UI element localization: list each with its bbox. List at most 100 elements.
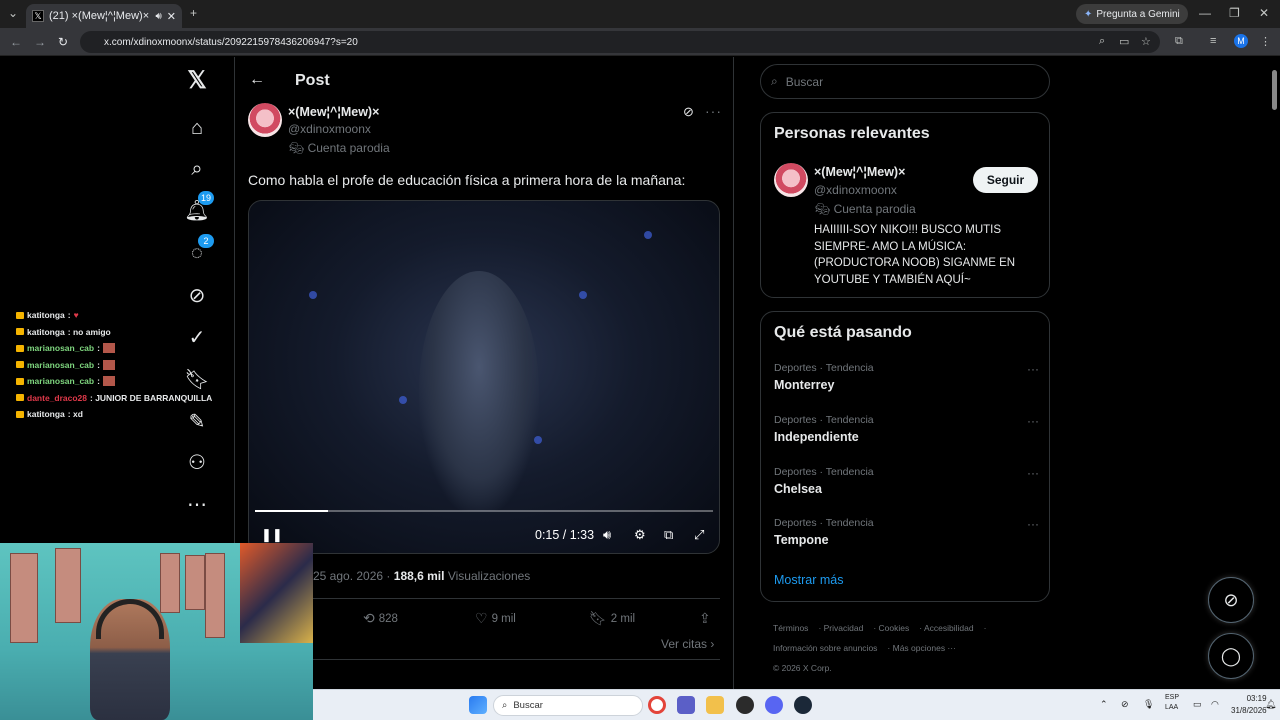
trend-item[interactable]: Deportes · Tendencia Monterrey ··· [774,362,1039,392]
taskbar-clock[interactable]: 03:19 31/8/2026 [1231,693,1267,717]
chrome-icon[interactable] [648,696,666,714]
messages-icon[interactable]: ◌ 2 [184,234,214,266]
extensions-icon[interactable]: ⧉ [1175,35,1183,48]
author-handle[interactable]: @xdinoxmoonx [288,122,371,136]
search-icon[interactable]: ⌕ [184,156,210,182]
profile-avatar[interactable]: M [1234,34,1248,48]
more-icon[interactable]: ⋯ [184,491,210,517]
pause-icon[interactable]: ❚❚ [261,527,283,543]
windows-start-icon[interactable] [469,696,487,714]
footer-link[interactable]: Términos [773,623,808,633]
author-avatar[interactable] [248,103,282,137]
relevant-handle[interactable]: @xdinoxmoonx [814,183,897,197]
relevant-people-card: Personas relevantes ×(Mew¦^¦Mew)× @xdino… [760,112,1050,298]
browser-tab[interactable]: 𝕏 (21) ×(Mew¦^¦Mew)× en X 🔊︎ ✕ [26,4,182,28]
language-indicator[interactable]: ESP LAA [1165,693,1179,713]
gemini-button[interactable]: ✦ Pregunta a Gemini [1076,4,1188,24]
back-arrow-icon[interactable]: ← [249,71,265,89]
steam-icon[interactable] [794,696,812,714]
taskbar-search[interactable]: ⌕ Buscar [493,695,643,716]
footer-link[interactable]: Información sobre anuncios [773,643,877,653]
reload-icon[interactable]: ↻ [58,35,68,49]
maximize-button[interactable]: ❐ [1229,6,1240,20]
forward-arrow-icon[interactable]: → [34,35,46,49]
home-icon[interactable]: ⌂ [184,115,210,141]
trend-item[interactable]: Deportes · Tendencia Tempone ··· [774,517,1039,547]
trend-more-icon[interactable]: ··· [1027,362,1039,376]
settings-gear-icon[interactable]: ⚙ [634,527,646,543]
scrollbar[interactable] [1270,58,1278,688]
discord-icon[interactable] [765,696,783,714]
relevant-avatar[interactable] [774,163,808,197]
reading-list-icon[interactable]: ≡ [1210,35,1216,47]
follow-button[interactable]: Seguir [973,167,1038,193]
volume-icon[interactable]: 🔊︎ [603,527,611,543]
trend-more-icon[interactable]: ··· [1027,466,1039,480]
x-logo-icon[interactable]: 𝕏 [184,67,210,94]
mask-icon: 🎭︎ [289,141,308,155]
teams-icon[interactable] [677,696,695,714]
show-more-link[interactable]: Mostrar más [774,573,843,587]
ver-citas-link[interactable]: Ver citas › [661,637,714,651]
trend-item[interactable]: Deportes · Tendencia Independiente ··· [774,414,1039,444]
mic-icon[interactable]: 🎙︎ [1143,699,1154,710]
trend-item[interactable]: Deportes · Tendencia Chelsea ··· [774,466,1039,496]
crown-badge-icon [16,361,24,369]
notifications-bell-icon[interactable]: 🔔︎ 19 [184,191,215,223]
video-player[interactable]: ❚❚ 0:15 / 1:33 🔊︎ ⚙ ⧉ ⤢ [248,200,720,554]
grok-fab-button[interactable]: ⊘ [1208,577,1254,623]
display-icon[interactable]: ▭ [1193,699,1202,710]
author-name[interactable]: ×(Mew¦^¦Mew)× [288,105,379,119]
repost-button[interactable]: ⟲ 828 [363,610,398,627]
bookmark-button[interactable]: 🔖︎ 2 mil [589,610,635,627]
close-tab-icon[interactable]: ✕ [167,10,176,23]
fullscreen-icon[interactable]: ⤢ [694,527,704,543]
trend-more-icon[interactable]: ··· [1027,414,1039,428]
wall-poster [160,553,180,613]
tab-title: (21) ×(Mew¦^¦Mew)× en X [49,10,150,22]
tab-list-button[interactable]: ⌄ [8,6,18,20]
footer-link[interactable]: Cookies [879,623,910,633]
like-button[interactable]: ♡ 9 mil [475,610,516,627]
repost-icon: ⟲ [363,610,375,626]
file-explorer-icon[interactable] [706,696,724,714]
post-date[interactable]: 25 ago. 2026 [313,569,383,583]
zoom-icon[interactable]: ⌕ [1099,35,1105,48]
footer-link[interactable]: Privacidad [824,623,864,633]
bookmark-star-icon[interactable]: ☆ [1141,35,1151,48]
share-button[interactable]: ⇪ [699,610,711,627]
search-input[interactable]: ⌕ Buscar [760,64,1050,99]
messages-fab-button[interactable]: ◯ [1208,633,1254,679]
video-light [644,231,652,239]
grok-icon[interactable]: ⊘ [683,104,694,120]
grok-icon[interactable]: ⊘ [184,282,210,308]
menu-icon[interactable]: ⋮ [1260,35,1271,48]
picture-in-picture-icon[interactable]: ⧉ [664,527,673,543]
scrollbar-thumb[interactable] [1272,70,1277,110]
notification-bell-icon[interactable]: 🔔︎ [1265,699,1276,710]
speaker-icon[interactable]: 🔊︎ [155,11,161,22]
close-window-button[interactable]: ✕ [1259,6,1269,20]
footer-link[interactable]: Más opciones ··· [893,643,956,653]
mask-icon: 🎭︎ [815,202,834,216]
back-arrow-icon[interactable]: ← [10,35,22,49]
url-field[interactable]: x.com/xdinoxmoonx/status/209221597843620… [80,31,1160,53]
tray-chevron-icon[interactable]: ⌃ [1100,699,1108,710]
minimize-button[interactable]: — [1199,6,1211,20]
copyright: © 2026 X Corp. [773,663,832,673]
trend-more-icon[interactable]: ··· [1027,517,1039,531]
stream-chat-overlay: katitonga: ♥ katitonga: no amigo marianosan… [16,307,226,423]
cast-icon[interactable]: ▭ [1119,35,1129,48]
chat-username: katitonga [27,326,65,337]
footer-link[interactable]: Accesibilidad [924,623,974,633]
wifi-icon[interactable]: ◠ [1211,699,1219,710]
network-off-icon[interactable]: ⊘ [1121,699,1129,710]
post-text: Como habla el profe de educación física … [248,172,686,188]
video-progress-bar[interactable] [255,510,713,512]
relevant-name[interactable]: ×(Mew¦^¦Mew)× [814,165,905,179]
new-tab-button[interactable]: + [190,6,197,20]
more-options-icon[interactable]: ··· [705,103,722,119]
obs-icon[interactable] [736,696,754,714]
grok-icon: ⊘ [1223,589,1239,610]
profile-icon[interactable]: ⚇ [184,449,210,475]
